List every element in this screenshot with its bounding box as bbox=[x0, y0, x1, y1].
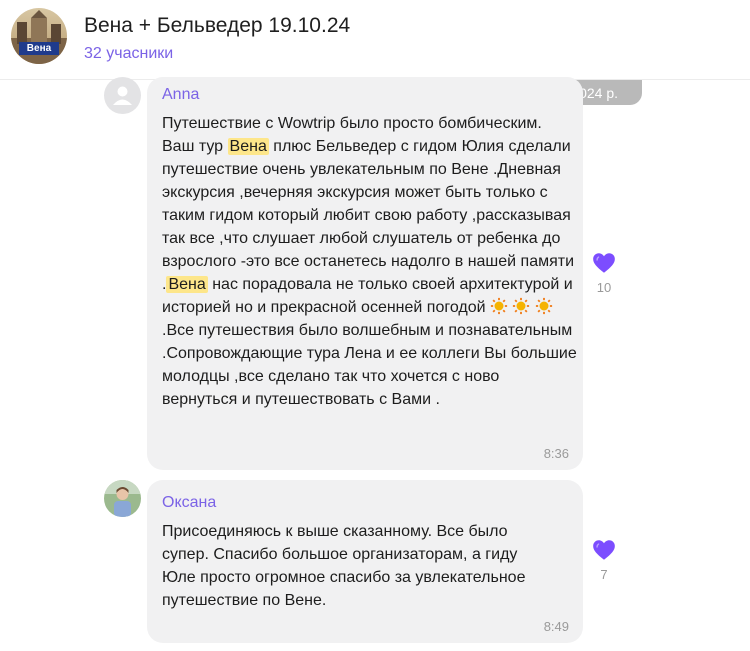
reaction[interactable]: 10 bbox=[589, 250, 619, 295]
chat-avatar-label: Вена bbox=[26, 43, 52, 54]
message-bubble[interactable]: Anna Путешествие с Wowtrip было просто б… bbox=[147, 77, 583, 470]
chat-avatar-photo-icon bbox=[11, 8, 67, 64]
user-photo-icon bbox=[104, 480, 141, 517]
chat-members-count[interactable]: 32 учасники bbox=[84, 45, 173, 63]
chat-avatar[interactable]: Вена bbox=[11, 8, 67, 64]
sun-emoji-icon bbox=[513, 297, 530, 315]
message-text: Присоединяюсь к выше сказанному. Все был… bbox=[162, 523, 526, 609]
default-user-icon bbox=[104, 77, 141, 114]
message-sender[interactable]: Оксана bbox=[162, 494, 216, 512]
message-sender[interactable]: Anna bbox=[162, 86, 199, 104]
message-time: 8:49 bbox=[543, 619, 569, 634]
reaction-count: 7 bbox=[600, 567, 608, 582]
purple-heart-icon bbox=[593, 540, 615, 560]
message-feed: 20 жовтня 2024 р. Anna Путешествие с Wow… bbox=[0, 77, 750, 651]
sun-emoji-icon bbox=[535, 297, 553, 315]
purple-heart-icon bbox=[593, 253, 615, 273]
chat-window: Вена Вена + Бельведер 19.10.24 32 учасни… bbox=[0, 0, 750, 651]
sun-emoji-icon bbox=[490, 297, 508, 315]
message-bubble[interactable]: Оксана Присоединяюсь к выше сказанному. … bbox=[147, 480, 583, 643]
message-time: 8:36 bbox=[543, 446, 569, 461]
search-highlight: Вена bbox=[227, 138, 269, 155]
avatar[interactable] bbox=[104, 480, 141, 517]
chat-title[interactable]: Вена + Бельведер 19.10.24 bbox=[84, 14, 350, 38]
message-text: Путешествие с Wowtrip было просто бомбич… bbox=[162, 115, 577, 408]
reaction[interactable]: 7 bbox=[589, 537, 619, 582]
search-highlight: Вена bbox=[166, 276, 208, 293]
chat-header: Вена Вена + Бельведер 19.10.24 32 учасни… bbox=[0, 0, 750, 80]
avatar[interactable] bbox=[104, 77, 141, 114]
reaction-count: 10 bbox=[596, 280, 612, 295]
